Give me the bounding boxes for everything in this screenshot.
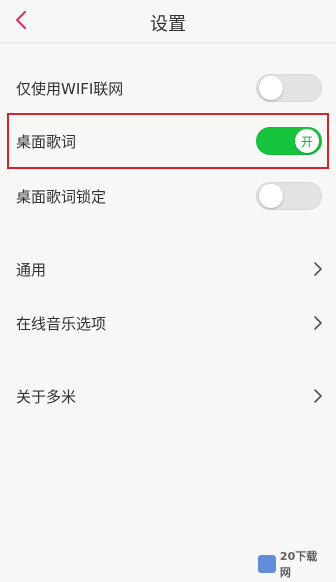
watermark-text: 20下载网 — [279, 550, 318, 579]
toggle-knob — [259, 76, 283, 100]
setting-online-music[interactable]: 在线音乐选项 — [0, 303, 336, 343]
setting-about[interactable]: 关于多米 — [0, 376, 336, 416]
toggle-knob-on: 开 — [295, 129, 319, 153]
toggle-knob — [259, 184, 283, 208]
watermark-logo-icon — [258, 555, 276, 573]
page-title: 设置 — [150, 14, 186, 35]
about-label: 关于多米 — [16, 388, 77, 406]
chevron-right-icon — [314, 262, 322, 276]
wifi-only-toggle[interactable] — [256, 74, 322, 102]
top-bar: 设置 — [0, 0, 336, 43]
desktop-lyrics-label: 桌面歌词 — [16, 133, 77, 151]
general-label: 通用 — [16, 261, 47, 279]
wifi-only-label: 仅使用WIFI联网 — [16, 80, 124, 98]
desktop-lyrics-lock-label: 桌面歌词锁定 — [16, 188, 107, 206]
watermark: 20下载网 — [258, 550, 328, 579]
setting-general[interactable]: 通用 — [0, 249, 336, 289]
online-music-label: 在线音乐选项 — [16, 315, 107, 333]
setting-desktop-lyrics[interactable]: 桌面歌词 开 — [0, 121, 336, 161]
setting-desktop-lyrics-lock[interactable]: 桌面歌词锁定 — [0, 176, 336, 216]
chevron-right-icon — [314, 316, 322, 330]
chevron-right-icon — [314, 389, 322, 403]
setting-wifi-only[interactable]: 仅使用WIFI联网 — [0, 68, 336, 108]
desktop-lyrics-toggle[interactable]: 开 — [256, 127, 322, 155]
desktop-lyrics-lock-toggle[interactable] — [256, 182, 322, 210]
